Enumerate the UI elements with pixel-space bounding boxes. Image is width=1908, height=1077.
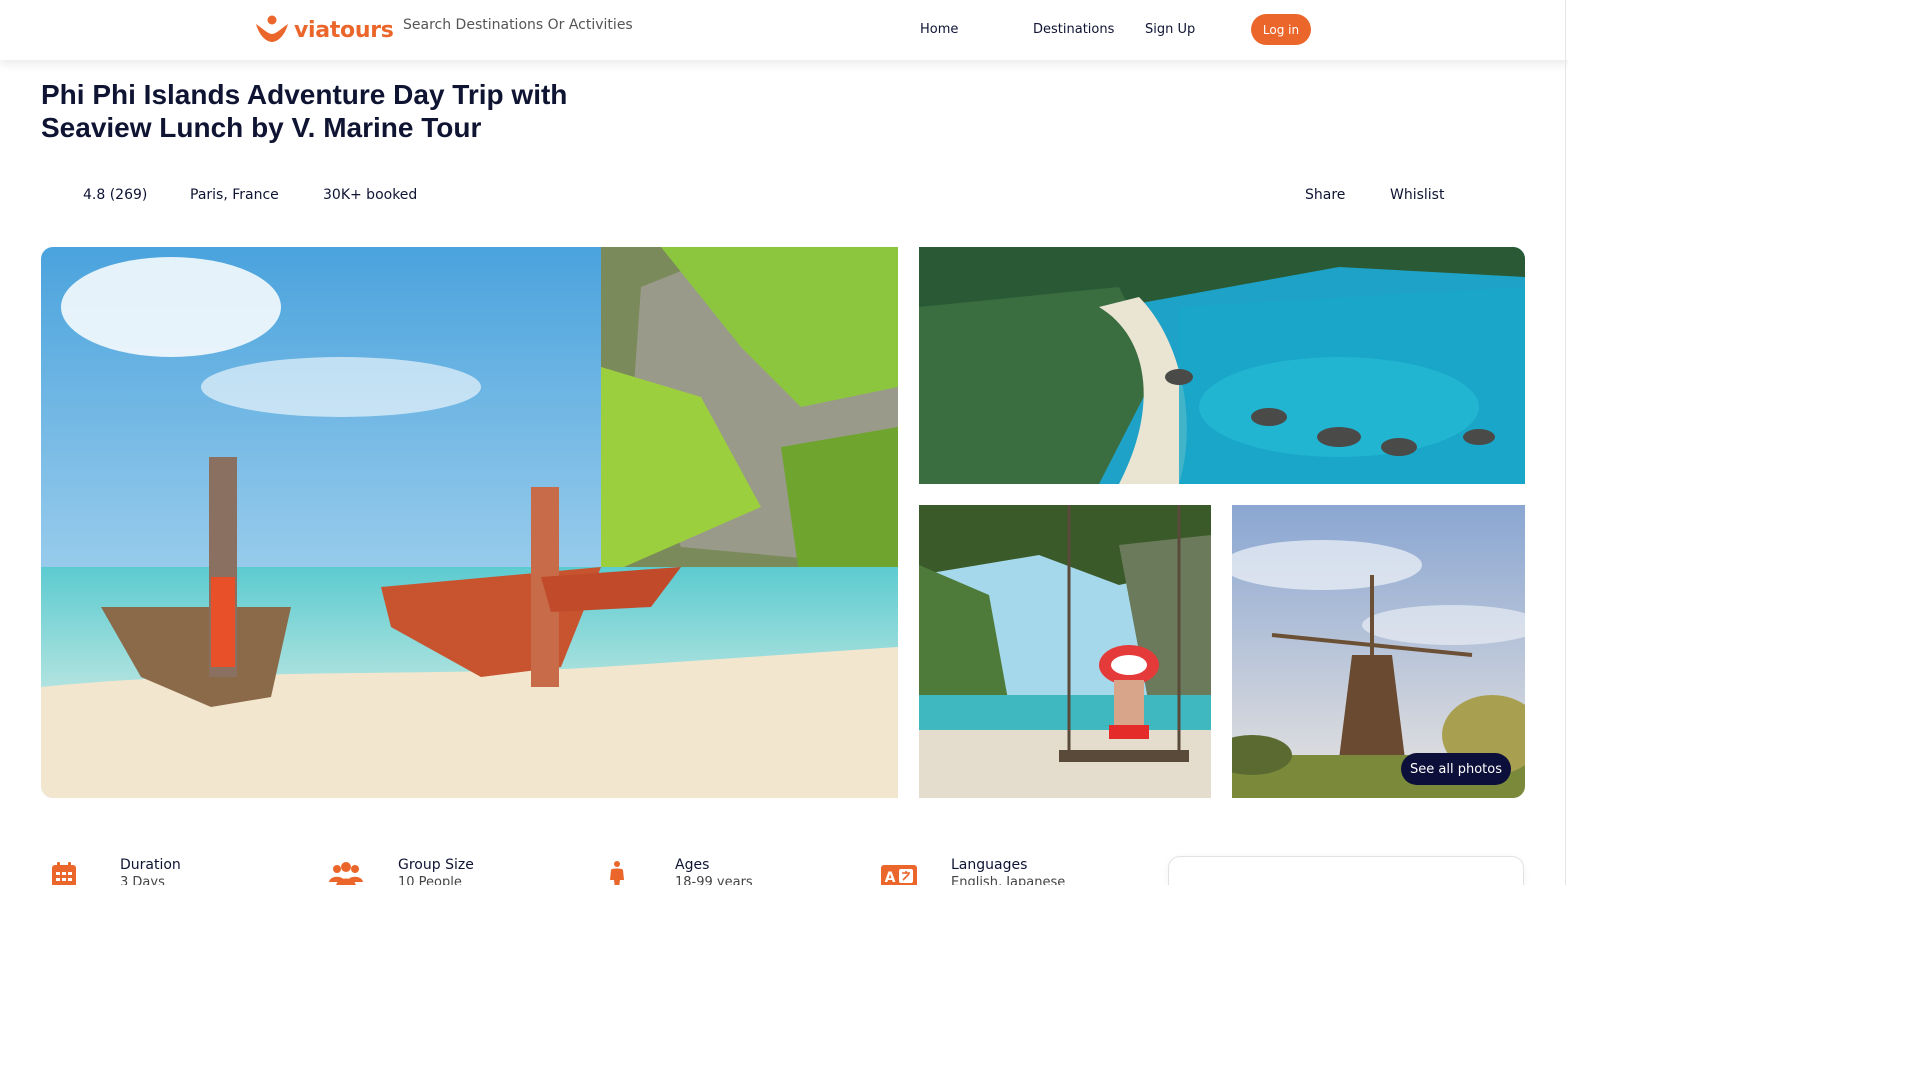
nav-signup-link[interactable]: Sign Up <box>1145 22 1195 37</box>
info-duration: Duration 3 Days <box>50 856 280 885</box>
search-input[interactable] <box>403 17 663 33</box>
photo-beach-aerial[interactable] <box>919 247 1525 484</box>
nav-home-link[interactable]: Home <box>920 22 958 37</box>
info-languages: A Languages English, Japanese <box>881 856 1141 885</box>
login-button[interactable]: Log in <box>1251 14 1311 45</box>
rating-text: 4.8 (269) <box>83 187 148 203</box>
info-ages: Ages 18-99 years <box>606 856 836 885</box>
photo-swing-woman[interactable] <box>919 505 1211 798</box>
nav-destinations-link[interactable]: Destinations <box>1033 22 1114 37</box>
ages-value: 18-99 years <box>675 875 753 885</box>
share-button[interactable]: Share <box>1305 187 1345 203</box>
wishlist-button[interactable]: Whislist <box>1390 187 1444 203</box>
svg-text:A: A <box>885 870 896 885</box>
translate-icon: A <box>881 865 917 885</box>
logo-text: viatours <box>294 17 394 43</box>
see-all-photos-button[interactable]: See all photos <box>1401 753 1511 785</box>
group-icon <box>329 862 363 885</box>
duration-label: Duration <box>120 857 181 873</box>
logo-icon <box>256 15 288 42</box>
page: viatours Home Destinations Sign Up Log i… <box>0 0 1568 885</box>
person-icon <box>610 861 624 885</box>
info-group-size: Group Size 10 People <box>328 856 558 885</box>
top-navbar: viatours Home Destinations Sign Up Log i… <box>0 0 1568 60</box>
main-photo-boats[interactable] <box>41 247 898 798</box>
location-text: Paris, France <box>190 187 279 203</box>
duration-value: 3 Days <box>120 875 165 885</box>
ages-label: Ages <box>675 857 710 873</box>
languages-value: English, Japanese <box>951 875 1066 885</box>
group-size-value: 10 People <box>398 875 462 885</box>
languages-label: Languages <box>951 857 1028 873</box>
logo[interactable]: viatours <box>254 14 394 46</box>
booked-count: 30K+ booked <box>323 187 418 203</box>
calendar-icon <box>52 862 76 885</box>
booking-card <box>1168 856 1524 885</box>
tour-title: Phi Phi Islands Adventure Day Trip with … <box>41 79 568 143</box>
group-size-label: Group Size <box>398 857 474 873</box>
scrollbar-track[interactable] <box>1565 0 1566 885</box>
